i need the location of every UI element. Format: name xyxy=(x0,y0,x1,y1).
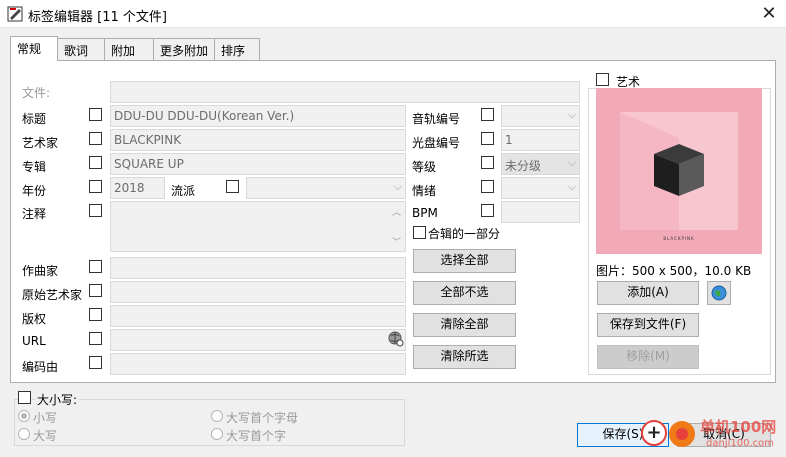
year-checkbox[interactable] xyxy=(89,180,102,193)
case-lowercase-label: 小写 xyxy=(33,411,58,425)
url-label: URL xyxy=(22,334,46,348)
case-lowercase-radio[interactable] xyxy=(18,410,30,422)
comment-checkbox[interactable] xyxy=(89,204,102,217)
album-label: 专辑 xyxy=(22,160,47,174)
disc-checkbox[interactable] xyxy=(481,132,494,145)
tab-lyrics[interactable]: 歌词 xyxy=(57,38,105,60)
scroll-up-icon[interactable]: ︿ xyxy=(392,205,401,218)
year-label: 年份 xyxy=(22,184,47,198)
watermark-plus-icon: + xyxy=(641,420,667,446)
scroll-down-icon[interactable]: ﹀ xyxy=(392,235,401,248)
watermark-text: 单机100网 xyxy=(700,418,777,436)
artist-label: 艺术家 xyxy=(22,136,59,150)
case-checkbox[interactable] xyxy=(18,391,31,404)
bpm-field[interactable] xyxy=(501,201,580,223)
bpm-checkbox[interactable] xyxy=(481,204,494,217)
art-checkbox[interactable] xyxy=(596,73,609,86)
case-capitalize-first-radio[interactable] xyxy=(211,410,223,422)
orig-artist-field[interactable] xyxy=(110,281,406,303)
case-capitalize-words-radio[interactable] xyxy=(211,428,223,440)
web-link-icon[interactable] xyxy=(387,330,405,348)
disc-label: 光盘编号 xyxy=(412,136,461,150)
case-capitalize-words-label: 大写首个字 xyxy=(226,429,287,443)
composer-label: 作曲家 xyxy=(22,264,59,278)
globe-icon xyxy=(711,285,727,304)
artist-checkbox[interactable] xyxy=(89,132,102,145)
window-title: 标签编辑器 [11 个文件] xyxy=(28,10,167,25)
chevron-down-icon: ⌵ xyxy=(567,156,576,169)
case-uppercase-radio[interactable] xyxy=(18,428,30,440)
album-cover-image xyxy=(596,88,762,254)
url-checkbox[interactable] xyxy=(89,332,102,345)
title-label: 标题 xyxy=(22,112,47,126)
clear-all-button[interactable]: 清除全部 xyxy=(413,313,516,337)
mood-checkbox[interactable] xyxy=(481,180,494,193)
artist-field[interactable]: BLACKPINK xyxy=(110,129,406,151)
close-button[interactable]: ✕ xyxy=(752,0,786,28)
disc-field[interactable]: 1 xyxy=(501,129,580,151)
add-art-button[interactable]: 添加(A) xyxy=(597,281,699,305)
genre-combo[interactable]: ⌵ xyxy=(246,177,406,199)
album-checkbox[interactable] xyxy=(89,156,102,169)
composer-field[interactable] xyxy=(110,257,406,279)
select-all-button[interactable]: 选择全部 xyxy=(413,249,516,273)
tab-sort[interactable]: 排序 xyxy=(214,38,260,60)
case-uppercase-label: 大写 xyxy=(33,429,58,443)
year-field[interactable]: 2018 xyxy=(110,177,165,199)
copyright-checkbox[interactable] xyxy=(89,308,102,321)
rating-value: 未分级 xyxy=(505,159,542,173)
title-checkbox[interactable] xyxy=(89,108,102,121)
album-field[interactable]: SQUARE UP xyxy=(110,153,406,175)
tab-more-extra[interactable]: 更多附加 xyxy=(153,38,215,60)
comment-label: 注释 xyxy=(22,207,47,221)
chevron-down-icon: ⌵ xyxy=(567,108,576,121)
bpm-label: BPM xyxy=(412,206,438,220)
track-combo[interactable]: ⌵ xyxy=(501,105,580,127)
orig-artist-checkbox[interactable] xyxy=(89,284,102,297)
mood-label: 情绪 xyxy=(412,184,437,198)
comment-field[interactable]: ︿ ﹀ xyxy=(110,201,406,252)
encoded-by-checkbox[interactable] xyxy=(89,356,102,369)
case-capitalize-first-label: 大写首个字母 xyxy=(226,411,299,425)
tab-general[interactable]: 常规 xyxy=(10,36,58,61)
file-field[interactable] xyxy=(110,81,580,103)
track-label: 音轨编号 xyxy=(412,112,461,126)
case-label: 大小写: xyxy=(35,391,80,408)
art-info: 图片：500 x 500，10.0 KB xyxy=(596,264,752,278)
clear-selected-button[interactable]: 清除所选 xyxy=(413,345,516,369)
save-art-to-file-button[interactable]: 保存到文件(F) xyxy=(597,313,699,337)
chevron-down-icon: ⌵ xyxy=(567,180,576,193)
chevron-down-icon: ⌵ xyxy=(393,180,402,193)
composer-checkbox[interactable] xyxy=(89,260,102,273)
compilation-label: 合辑的一部分 xyxy=(428,227,501,241)
remove-art-button[interactable]: 移除(M) xyxy=(597,345,699,369)
rating-checkbox[interactable] xyxy=(481,156,494,169)
file-label: 文件: xyxy=(22,86,51,100)
select-none-button[interactable]: 全部不选 xyxy=(413,281,516,305)
watermark-logo-icon xyxy=(669,421,695,447)
track-checkbox[interactable] xyxy=(481,108,494,121)
url-field[interactable] xyxy=(110,329,406,351)
web-search-button[interactable] xyxy=(707,281,731,305)
watermark-url: danji100.com xyxy=(706,438,774,449)
encoded-by-label: 编码由 xyxy=(22,360,59,374)
rating-label: 等级 xyxy=(412,160,437,174)
rating-combo[interactable]: 未分级 ⌵ xyxy=(501,153,580,175)
cover-text: BLACKPINK xyxy=(663,236,695,241)
encoded-by-field[interactable] xyxy=(110,353,406,375)
copyright-field[interactable] xyxy=(110,305,406,327)
tab-extra[interactable]: 附加 xyxy=(104,38,154,60)
mood-combo[interactable]: ⌵ xyxy=(501,177,580,199)
genre-checkbox[interactable] xyxy=(226,180,239,193)
genre-label: 流派 xyxy=(171,184,196,198)
orig-artist-label: 原始艺术家 xyxy=(22,288,83,302)
tag-editor-icon xyxy=(7,6,23,22)
title-field[interactable]: DDU-DU DDU-DU(Korean Ver.) xyxy=(110,105,406,127)
copyright-label: 版权 xyxy=(22,312,47,326)
compilation-checkbox[interactable] xyxy=(413,226,426,239)
